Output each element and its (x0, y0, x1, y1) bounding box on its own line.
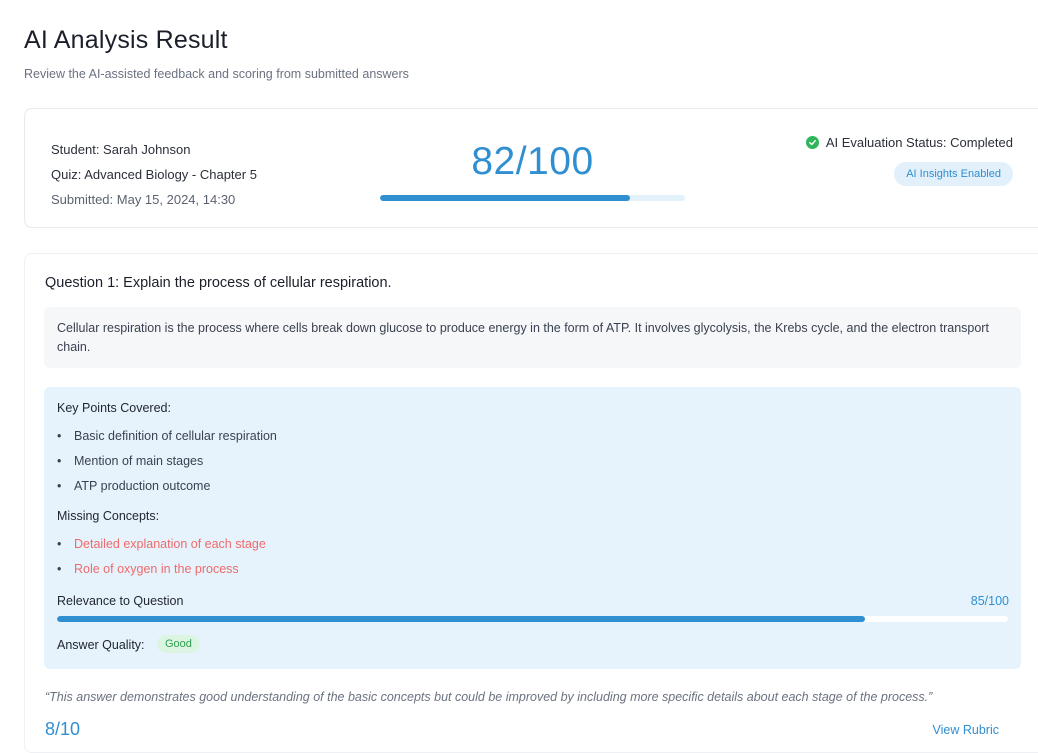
bullet-dot-icon: • (57, 454, 62, 468)
question-card: Question 1: Explain the process of cellu… (24, 253, 1038, 753)
bullet-dot-icon: • (57, 562, 62, 576)
view-rubric-link[interactable]: View Rubric (933, 723, 999, 737)
score-progress-fill (380, 195, 631, 201)
ai-feedback-quote: “This answer demonstrates good understan… (45, 690, 933, 704)
question-points: 8/10 (45, 719, 81, 739)
key-points-label: Key Points Covered: (57, 401, 171, 415)
key-point-item: • Basic definition of cellular respiratio… (57, 424, 277, 449)
page-subtitle: Review the AI-assisted feedback and scor… (24, 67, 409, 81)
score-progress-bar (380, 195, 685, 201)
ai-analysis-panel: Key Points Covered: • Basic definition of… (44, 387, 1021, 669)
key-point-item: • Mention of main stages (57, 449, 277, 474)
key-points-list: • Basic definition of cellular respiratio… (57, 424, 277, 499)
question-title: Question 1: Explain the process of cellu… (45, 275, 392, 291)
missing-concepts-label: Missing Concepts: (57, 509, 160, 523)
quiz-name: Quiz: Advanced Biology - Chapter 5 (51, 167, 257, 182)
bullet-dot-icon: • (57, 429, 62, 443)
evaluation-status: AI Evaluation Status: Completed (805, 135, 1013, 150)
missing-concepts-list: • Detailed explanation of each stage • Role… (57, 532, 266, 582)
status-block: AI Evaluation Status: Completed AI Insig… (805, 135, 1013, 186)
bullet-dot-icon: • (57, 479, 62, 493)
missing-concept-item: • Role of oxygen in the process (57, 557, 266, 582)
key-point-item-label: ATP production outcome (74, 479, 211, 493)
ai-insights-badge: AI Insights Enabled (894, 162, 1013, 186)
missing-concept-item-label: Role of oxygen in the process (74, 562, 239, 576)
answer-quality-label: Answer Quality: (57, 638, 145, 652)
bullet-dot-icon: • (57, 537, 62, 551)
student-answer: Cellular respiration is the process wher… (44, 307, 1021, 368)
key-point-item-label: Basic definition of cellular respiration (74, 429, 277, 443)
student-name: Student: Sarah Johnson (51, 142, 191, 157)
submitted-date: Submitted: May 15, 2024, 14:30 (51, 192, 236, 207)
missing-concept-item: • Detailed explanation of each stage (57, 532, 266, 557)
missing-concept-item-label: Detailed explanation of each stage (74, 537, 266, 551)
relevance-progress-fill (57, 616, 866, 622)
key-point-item-label: Mention of main stages (74, 454, 204, 468)
answer-quality-badge: Good (157, 635, 200, 653)
relevance-score: 85/100 (970, 594, 1009, 608)
check-circle-icon (805, 136, 819, 149)
page-title: AI Analysis Result (24, 26, 228, 54)
overall-score: 82/100 (380, 139, 685, 201)
student-info: Student: Sarah Johnson Quiz: Advanced Bi… (51, 137, 257, 212)
relevance-label: Relevance to Question (57, 594, 184, 608)
relevance-progress-bar (57, 616, 1008, 622)
key-point-item: • ATP production outcome (57, 474, 277, 499)
status-text: AI Evaluation Status: Completed (825, 135, 1013, 150)
score-value: 82/100 (471, 140, 594, 183)
summary-card: Student: Sarah Johnson Quiz: Advanced Bi… (24, 108, 1038, 228)
